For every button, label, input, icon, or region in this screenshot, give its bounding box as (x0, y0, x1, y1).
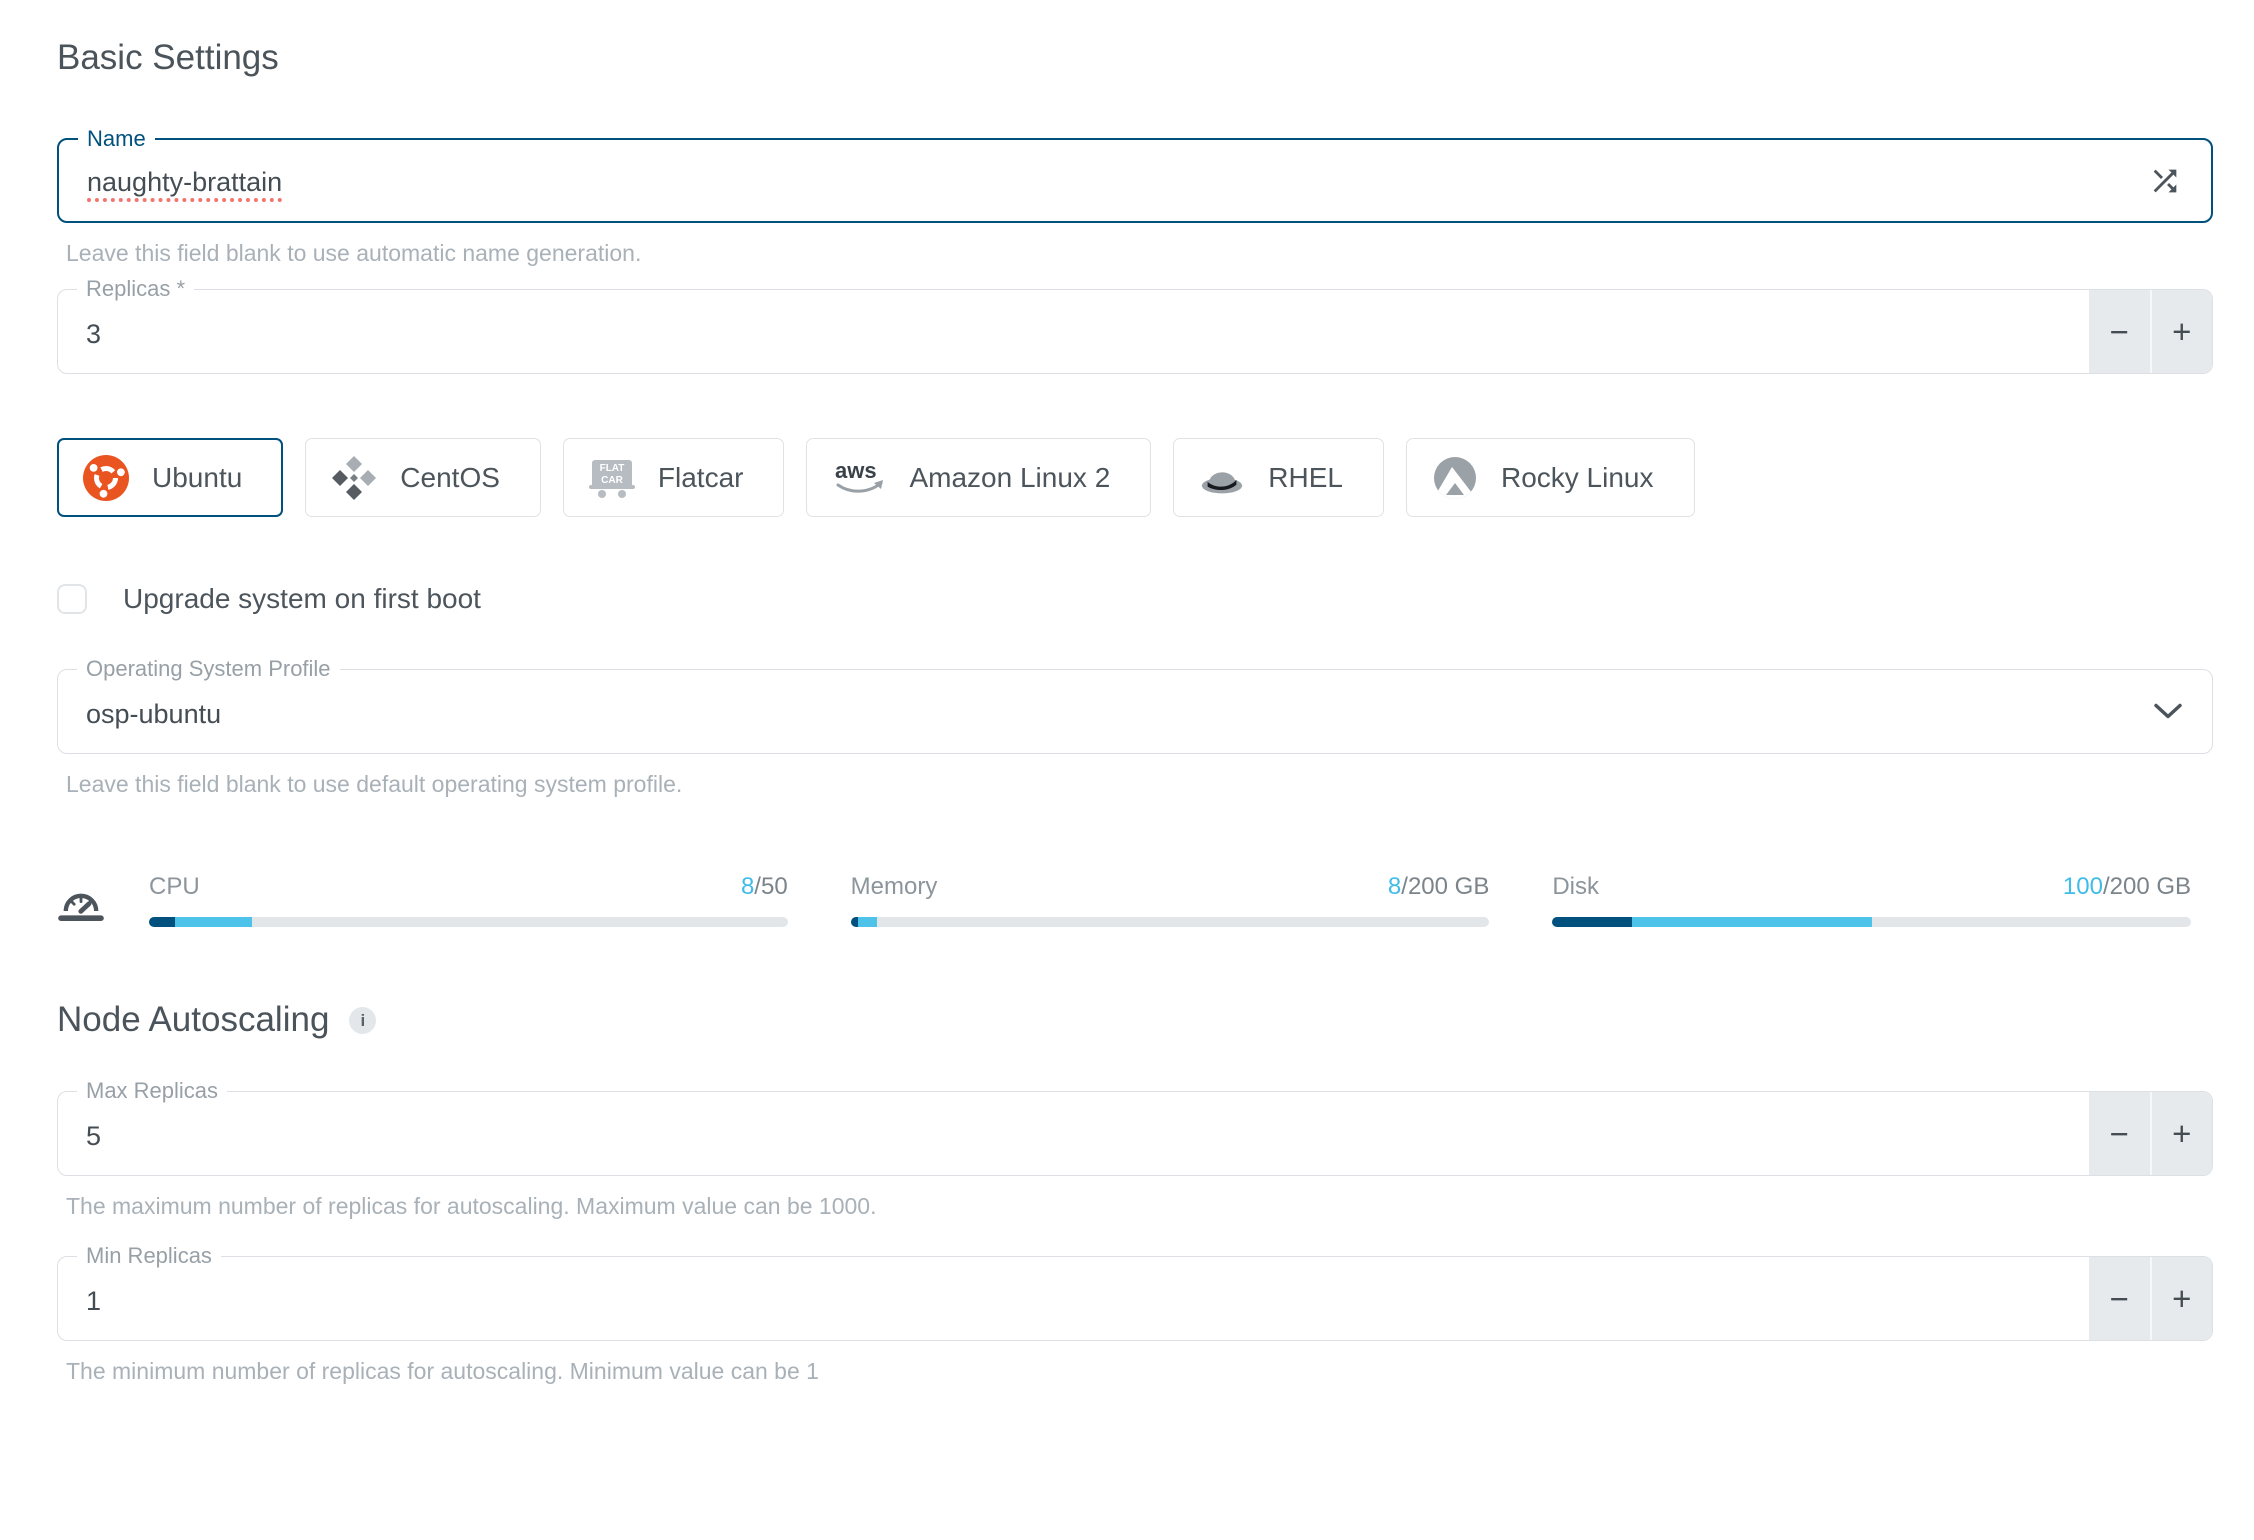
os-button-amazon-linux[interactable]: aws Amazon Linux 2 (806, 438, 1151, 517)
replicas-increment-button[interactable]: + (2150, 290, 2213, 373)
replicas-field[interactable]: Replicas * 3 − + (57, 289, 2213, 374)
name-field-value[interactable]: naughty-brattain (87, 167, 282, 198)
svg-text:CAR: CAR (601, 475, 623, 486)
shuffle-icon[interactable] (2148, 164, 2182, 198)
max-replicas-increment-button[interactable]: + (2150, 1092, 2213, 1175)
page-title: Basic Settings (57, 38, 2213, 78)
os-button-label: Rocky Linux (1501, 462, 1654, 494)
os-button-label: RHEL (1268, 462, 1343, 494)
centos-logo-icon (330, 454, 378, 502)
aws-logo-icon: aws (831, 454, 887, 502)
os-button-ubuntu[interactable]: Ubuntu (57, 438, 283, 517)
os-button-centos[interactable]: CentOS (305, 438, 541, 517)
redhat-logo-icon (1198, 454, 1246, 502)
memory-quota-bar-added (858, 917, 877, 927)
upgrade-checkbox-row: Upgrade system on first boot (57, 583, 2213, 615)
max-replicas-helper: The maximum number of replicas for autos… (66, 1193, 2213, 1220)
node-autoscaling-title-text: Node Autoscaling (57, 1000, 329, 1040)
basic-settings-form: Basic Settings Name naughty-brattain Lea… (57, 38, 2213, 1385)
info-icon[interactable]: i (349, 1007, 376, 1034)
os-button-label: Flatcar (658, 462, 744, 494)
min-replicas-stepper: − + (2089, 1257, 2212, 1340)
upgrade-checkbox-label: Upgrade system on first boot (123, 583, 481, 615)
cpu-quota-bar-used (149, 917, 175, 927)
os-button-rhel[interactable]: RHEL (1173, 438, 1384, 517)
memory-quota-bar (851, 917, 1490, 927)
max-replicas-decrement-button[interactable]: − (2089, 1092, 2150, 1175)
os-profile-helper: Leave this field blank to use default op… (66, 771, 2213, 798)
flatcar-logo-icon: FLAT CAR (588, 454, 636, 502)
min-replicas-increment-button[interactable]: + (2150, 1257, 2213, 1340)
os-button-rocky-linux[interactable]: Rocky Linux (1406, 438, 1695, 517)
os-profile-select[interactable]: Operating System Profile osp-ubuntu (57, 669, 2213, 754)
name-field-label: Name (78, 127, 155, 151)
upgrade-checkbox[interactable] (57, 584, 87, 614)
memory-quota-label: Memory (851, 873, 938, 901)
cpu-quota: CPU 8/50 (149, 873, 788, 927)
cpu-quota-bar (149, 917, 788, 927)
os-profile-label: Operating System Profile (77, 657, 340, 681)
cpu-quota-label: CPU (149, 873, 200, 901)
max-replicas-stepper: − + (2089, 1092, 2212, 1175)
svg-text:aws: aws (835, 458, 877, 483)
rocky-logo-icon (1431, 454, 1479, 502)
min-replicas-field[interactable]: Min Replicas 1 − + (57, 1256, 2213, 1341)
disk-quota-bar (1552, 917, 2191, 927)
os-profile-value: osp-ubuntu (86, 699, 221, 730)
disk-quota-bar-added (1632, 917, 1872, 927)
disk-quota-label: Disk (1552, 873, 1599, 901)
resource-quota-section: CPU 8/50 Memory 8/200 GB (57, 873, 2191, 928)
os-button-flatcar[interactable]: FLAT CAR Flatcar (563, 438, 785, 517)
memory-quota-value: 8/200 GB (1388, 873, 1489, 901)
quota-columns: CPU 8/50 Memory 8/200 GB (149, 873, 2191, 927)
replicas-field-value[interactable]: 3 (86, 319, 101, 350)
node-autoscaling-title: Node Autoscaling i (57, 1000, 2213, 1040)
replicas-stepper: − + (2089, 290, 2212, 373)
max-replicas-field[interactable]: Max Replicas 5 − + (57, 1091, 2213, 1176)
disk-quota: Disk 100/200 GB (1552, 873, 2191, 927)
min-replicas-helper: The minimum number of replicas for autos… (66, 1358, 2213, 1385)
cpu-quota-bar-added (175, 917, 253, 927)
ubuntu-logo-icon (82, 454, 130, 502)
disk-quota-bar-used (1552, 917, 1632, 927)
min-replicas-label: Min Replicas (77, 1244, 221, 1268)
replicas-decrement-button[interactable]: − (2089, 290, 2150, 373)
max-replicas-label: Max Replicas (77, 1079, 227, 1103)
os-button-label: Ubuntu (152, 462, 242, 494)
chevron-down-icon[interactable] (2153, 702, 2183, 721)
replicas-field-label: Replicas * (77, 277, 194, 301)
gauge-icon (57, 881, 105, 928)
os-button-label: Amazon Linux 2 (909, 462, 1110, 494)
name-field[interactable]: Name naughty-brattain (57, 138, 2213, 223)
os-button-label: CentOS (400, 462, 500, 494)
memory-quota-bar-used (851, 917, 859, 927)
min-replicas-value[interactable]: 1 (86, 1286, 101, 1317)
max-replicas-value[interactable]: 5 (86, 1121, 101, 1152)
os-selector: Ubuntu CentOS F (57, 438, 2213, 517)
svg-text:FLAT: FLAT (600, 463, 625, 474)
disk-quota-value: 100/200 GB (2063, 873, 2191, 901)
min-replicas-decrement-button[interactable]: − (2089, 1257, 2150, 1340)
cpu-quota-value: 8/50 (741, 873, 788, 901)
name-field-helper: Leave this field blank to use automatic … (66, 240, 2213, 267)
memory-quota: Memory 8/200 GB (851, 873, 1490, 927)
